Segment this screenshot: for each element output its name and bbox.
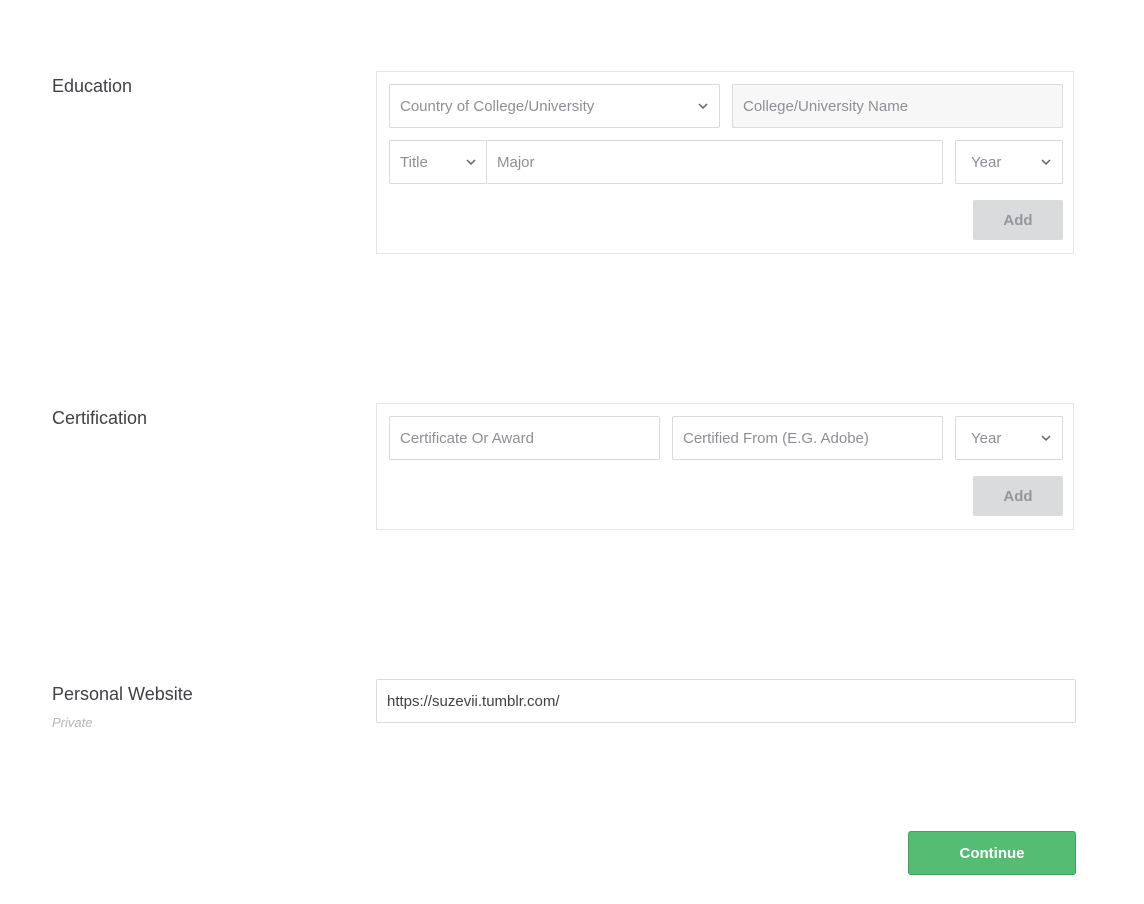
certification-year-select[interactable]: Year	[955, 416, 1063, 460]
certification-card: Certificate Or Award Certified From (E.G…	[376, 403, 1074, 530]
website-private-note: Private	[52, 715, 93, 730]
website-label: Personal Website	[52, 684, 193, 704]
country-select-placeholder: Country of College/University	[400, 97, 595, 115]
certificate-placeholder: Certificate Or Award	[400, 429, 534, 447]
country-select[interactable]: Country of College/University	[389, 84, 720, 128]
college-name-input[interactable]: College/University Name	[732, 84, 1063, 128]
certified-from-placeholder: Certified From (E.G. Adobe)	[683, 429, 869, 447]
certification-year-placeholder: Year	[971, 429, 1002, 447]
continue-button[interactable]: Continue	[908, 831, 1076, 875]
chevron-down-icon	[1041, 159, 1051, 166]
education-card: Country of College/University College/Un…	[376, 71, 1074, 254]
education-add-button[interactable]: Add	[973, 200, 1063, 240]
chevron-down-icon	[466, 159, 476, 166]
certified-from-input[interactable]: Certified From (E.G. Adobe)	[672, 416, 943, 460]
college-name-placeholder: College/University Name	[743, 97, 909, 115]
chevron-down-icon	[698, 103, 708, 110]
certification-label: Certification	[52, 408, 148, 428]
education-label: Education	[52, 76, 133, 96]
chevron-down-icon	[1041, 435, 1051, 442]
major-placeholder: Major	[497, 153, 535, 171]
certification-add-button[interactable]: Add	[973, 476, 1063, 516]
certificate-input[interactable]: Certificate Or Award	[389, 416, 660, 460]
title-select[interactable]: Title	[389, 140, 487, 184]
website-input[interactable]: https://suzevii.tumblr.com/	[376, 679, 1076, 723]
website-value: https://suzevii.tumblr.com/	[387, 692, 560, 710]
education-year-placeholder: Year	[971, 153, 1002, 171]
title-select-placeholder: Title	[400, 153, 428, 171]
major-input[interactable]: Major	[486, 140, 943, 184]
education-year-select[interactable]: Year	[955, 140, 1063, 184]
